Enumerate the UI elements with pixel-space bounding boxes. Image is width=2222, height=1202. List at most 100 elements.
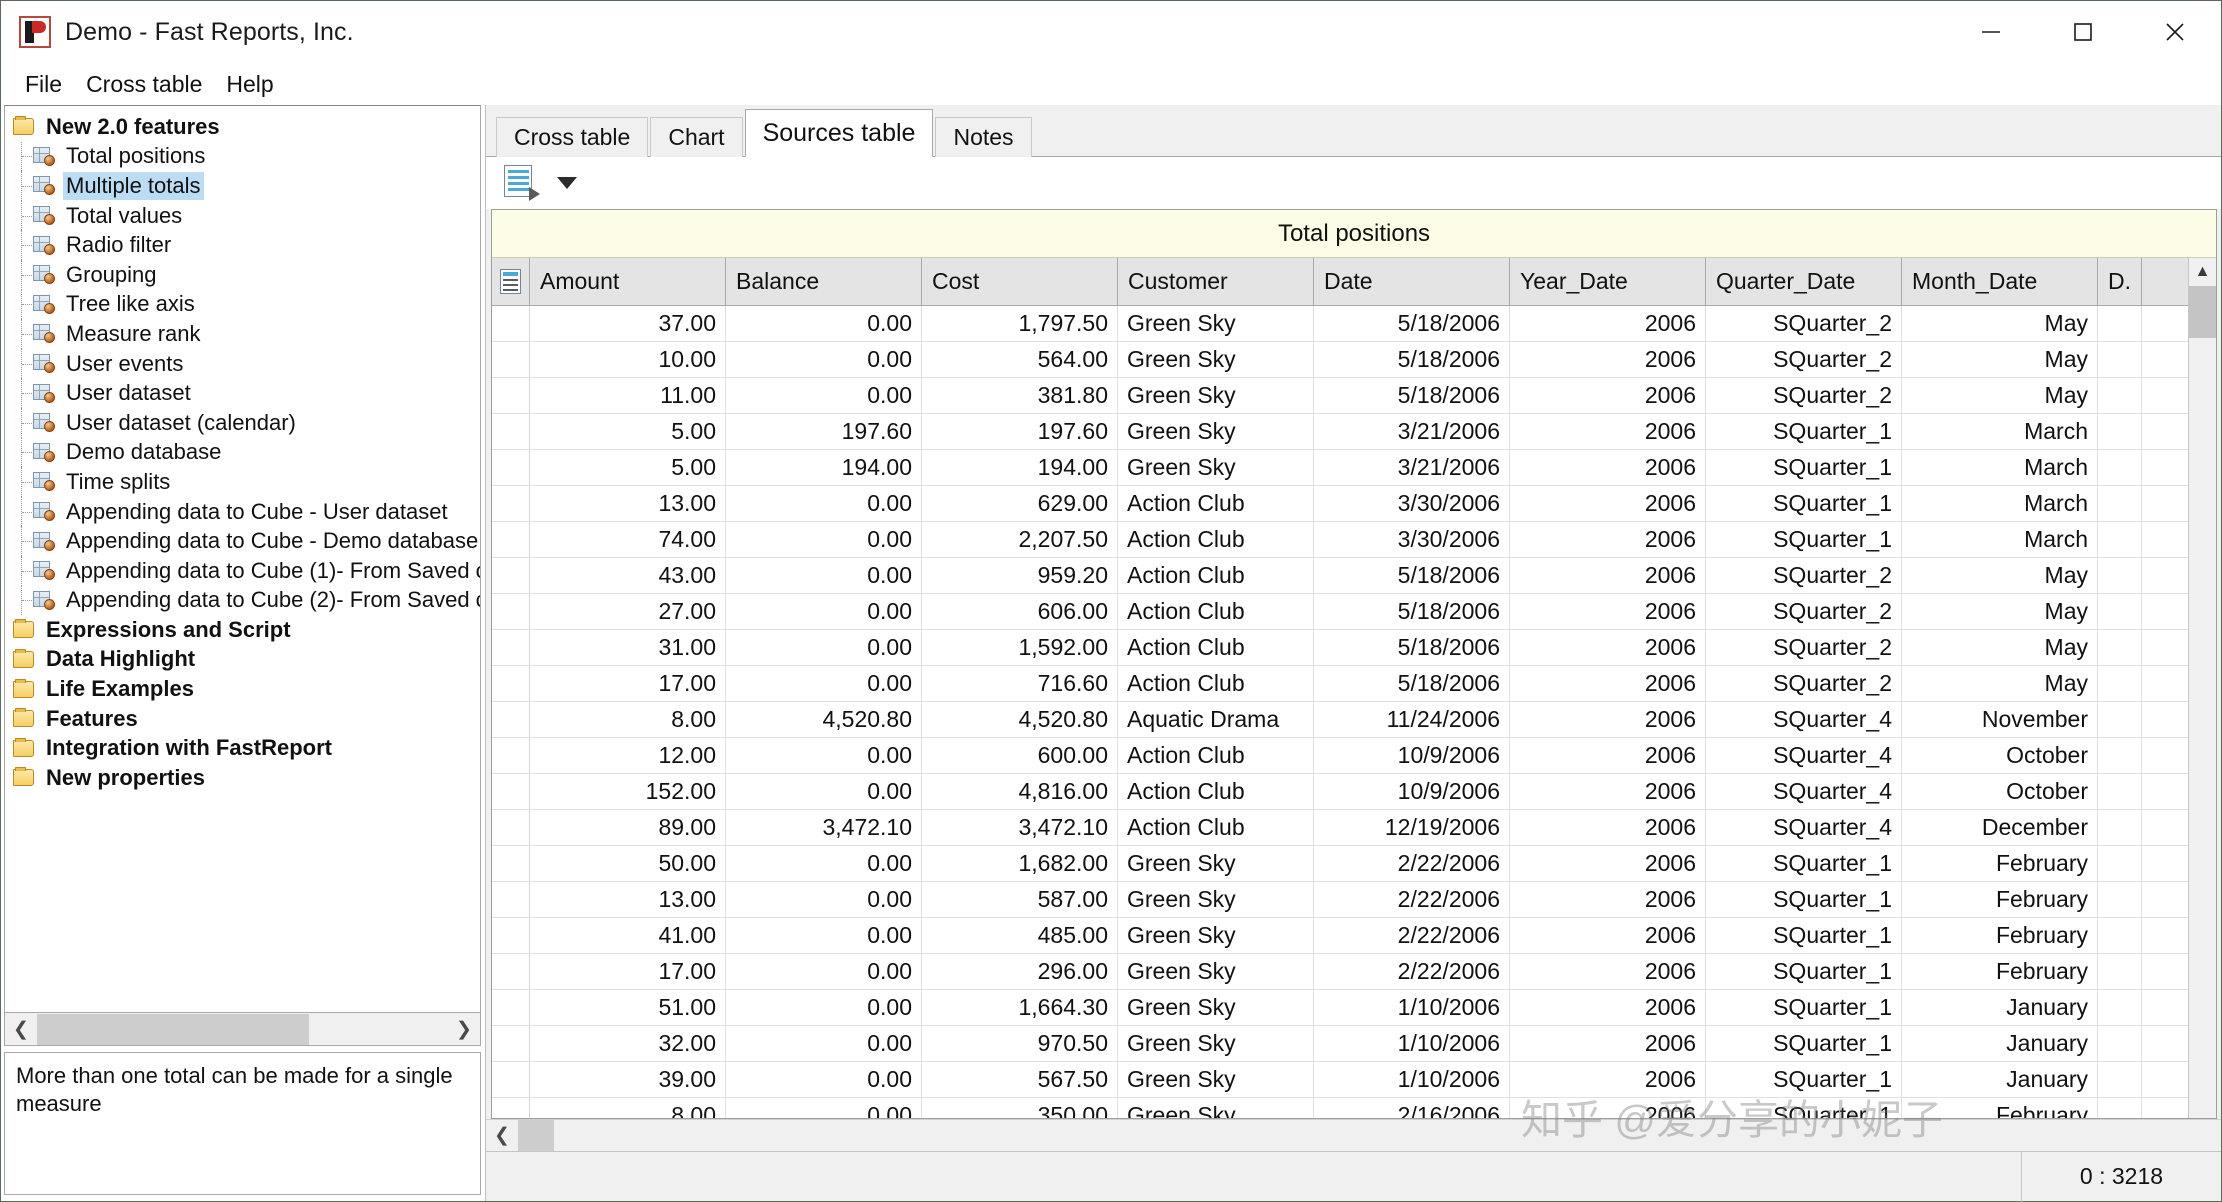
table-cell[interactable]: 2006 — [1510, 486, 1706, 521]
table-cell[interactable]: 0.00 — [726, 558, 922, 593]
table-cell[interactable]: Green Sky — [1118, 990, 1314, 1025]
column-header[interactable]: D. — [2098, 258, 2142, 305]
table-cell[interactable]: 5/18/2006 — [1314, 594, 1510, 629]
table-cell[interactable]: March — [1902, 486, 2098, 521]
tree-item[interactable]: User events — [5, 348, 480, 379]
tree-item[interactable]: Multiple totals — [5, 171, 480, 201]
table-row[interactable]: 32.00 0.00 970.50 Green Sky 1/10/2006 2006 SQu… — [492, 1026, 2188, 1062]
table-cell[interactable]: Green Sky — [1118, 306, 1314, 341]
table-cell[interactable]: Action Club — [1118, 486, 1314, 521]
table-cell[interactable]: Action Club — [1118, 810, 1314, 845]
table-cell[interactable]: 2006 — [1510, 378, 1706, 413]
table-cell[interactable]: 2006 — [1510, 450, 1706, 485]
table-cell[interactable] — [2098, 594, 2142, 629]
table-cell[interactable] — [2098, 990, 2142, 1025]
tree-item[interactable]: User dataset (calendar) — [5, 407, 480, 438]
table-cell[interactable] — [2098, 342, 2142, 377]
table-cell[interactable]: SQuarter_1 — [1706, 522, 1902, 557]
table-cell[interactable]: SQuarter_2 — [1706, 378, 1902, 413]
table-cell[interactable]: 1,682.00 — [922, 846, 1118, 881]
table-cell[interactable]: 41.00 — [530, 918, 726, 953]
table-row[interactable]: 41.00 0.00 485.00 Green Sky 2/22/2006 2006 SQu… — [492, 918, 2188, 954]
table-cell[interactable] — [2098, 882, 2142, 917]
row-header[interactable] — [492, 738, 530, 773]
table-cell[interactable]: May — [1902, 594, 2098, 629]
table-row[interactable]: 11.00 0.00 381.80 Green Sky 5/18/2006 2006 SQu… — [492, 378, 2188, 414]
table-cell[interactable]: December — [1902, 810, 2098, 845]
grid-scroll-track[interactable] — [518, 1120, 2221, 1151]
table-cell[interactable]: 0.00 — [726, 486, 922, 521]
table-cell[interactable]: SQuarter_1 — [1706, 414, 1902, 449]
column-header[interactable]: Date — [1314, 258, 1510, 305]
table-cell[interactable]: SQuarter_1 — [1706, 846, 1902, 881]
table-cell[interactable]: 10/9/2006 — [1314, 738, 1510, 773]
table-cell[interactable]: 1,664.30 — [922, 990, 1118, 1025]
tree-item[interactable]: Expressions and Script — [5, 615, 480, 645]
table-cell[interactable]: 13.00 — [530, 882, 726, 917]
table-cell[interactable]: Green Sky — [1118, 918, 1314, 953]
table-cell[interactable]: 17.00 — [530, 666, 726, 701]
table-cell[interactable]: SQuarter_4 — [1706, 810, 1902, 845]
table-cell[interactable]: February — [1902, 1098, 2098, 1118]
table-cell[interactable]: 2/22/2006 — [1314, 918, 1510, 953]
tree-item[interactable]: New properties — [5, 763, 480, 793]
table-row[interactable]: 27.00 0.00 606.00 Action Club 5/18/2006 2006 S… — [492, 594, 2188, 630]
table-cell[interactable] — [2098, 522, 2142, 557]
table-cell[interactable]: 2006 — [1510, 918, 1706, 953]
row-header[interactable] — [492, 522, 530, 557]
table-cell[interactable]: May — [1902, 558, 2098, 593]
table-cell[interactable]: Green Sky — [1118, 1062, 1314, 1097]
table-cell[interactable]: Green Sky — [1118, 954, 1314, 989]
table-cell[interactable]: February — [1902, 918, 2098, 953]
table-cell[interactable]: 3/30/2006 — [1314, 486, 1510, 521]
table-cell[interactable]: Action Club — [1118, 630, 1314, 665]
tree-item[interactable]: Radio filter — [5, 230, 480, 260]
table-cell[interactable]: 197.60 — [922, 414, 1118, 449]
tree-item[interactable]: Time splits — [5, 467, 480, 497]
table-cell[interactable]: 12/19/2006 — [1314, 810, 1510, 845]
v-scroll-thumb[interactable] — [2189, 286, 2216, 338]
table-cell[interactable]: 10.00 — [530, 342, 726, 377]
table-cell[interactable]: 2006 — [1510, 630, 1706, 665]
table-row[interactable]: 74.00 0.00 2,207.50 Action Club 3/30/2006 200… — [492, 522, 2188, 558]
table-cell[interactable]: 197.60 — [726, 414, 922, 449]
table-cell[interactable] — [2098, 1026, 2142, 1061]
table-cell[interactable]: SQuarter_2 — [1706, 558, 1902, 593]
table-cell[interactable]: 0.00 — [726, 1098, 922, 1118]
chevron-right-icon[interactable]: ❯ — [448, 1013, 480, 1045]
table-cell[interactable]: SQuarter_1 — [1706, 1062, 1902, 1097]
table-cell[interactable]: SQuarter_4 — [1706, 702, 1902, 737]
table-cell[interactable]: 0.00 — [726, 1062, 922, 1097]
table-row[interactable]: 31.00 0.00 1,592.00 Action Club 5/18/2006 200… — [492, 630, 2188, 666]
table-cell[interactable]: May — [1902, 630, 2098, 665]
table-cell[interactable]: 0.00 — [726, 378, 922, 413]
table-row[interactable]: 50.00 0.00 1,682.00 Green Sky 2/22/2006 2006 S… — [492, 846, 2188, 882]
table-cell[interactable]: 0.00 — [726, 882, 922, 917]
table-cell[interactable]: 11/24/2006 — [1314, 702, 1510, 737]
table-cell[interactable]: Action Club — [1118, 774, 1314, 809]
table-cell[interactable]: 2006 — [1510, 810, 1706, 845]
tree-item[interactable]: Life Examples — [5, 674, 480, 704]
table-row[interactable]: 37.00 0.00 1,797.50 Green Sky 5/18/2006 2006 S… — [492, 306, 2188, 342]
table-cell[interactable]: 564.00 — [922, 342, 1118, 377]
tree-item[interactable]: Integration with FastReport — [5, 733, 480, 763]
table-cell[interactable]: 2006 — [1510, 414, 1706, 449]
table-cell[interactable]: 39.00 — [530, 1062, 726, 1097]
table-cell[interactable] — [2098, 378, 2142, 413]
table-cell[interactable]: March — [1902, 522, 2098, 557]
table-row[interactable]: 5.00 194.00 194.00 Green Sky 3/21/2006 2006 SQ… — [492, 450, 2188, 486]
tree-item[interactable]: New 2.0 features — [5, 112, 480, 142]
table-cell[interactable]: 74.00 — [530, 522, 726, 557]
table-cell[interactable]: 1/10/2006 — [1314, 990, 1510, 1025]
table-cell[interactable]: SQuarter_2 — [1706, 594, 1902, 629]
column-header[interactable]: Cost — [922, 258, 1118, 305]
table-cell[interactable]: 606.00 — [922, 594, 1118, 629]
close-button[interactable] — [2129, 1, 2221, 63]
row-header[interactable] — [492, 882, 530, 917]
table-cell[interactable]: SQuarter_1 — [1706, 450, 1902, 485]
table-cell[interactable]: 0.00 — [726, 594, 922, 629]
tree-item[interactable]: Data Highlight — [5, 645, 480, 675]
table-cell[interactable]: 5.00 — [530, 450, 726, 485]
table-cell[interactable]: 2,207.50 — [922, 522, 1118, 557]
table-cell[interactable]: 17.00 — [530, 954, 726, 989]
